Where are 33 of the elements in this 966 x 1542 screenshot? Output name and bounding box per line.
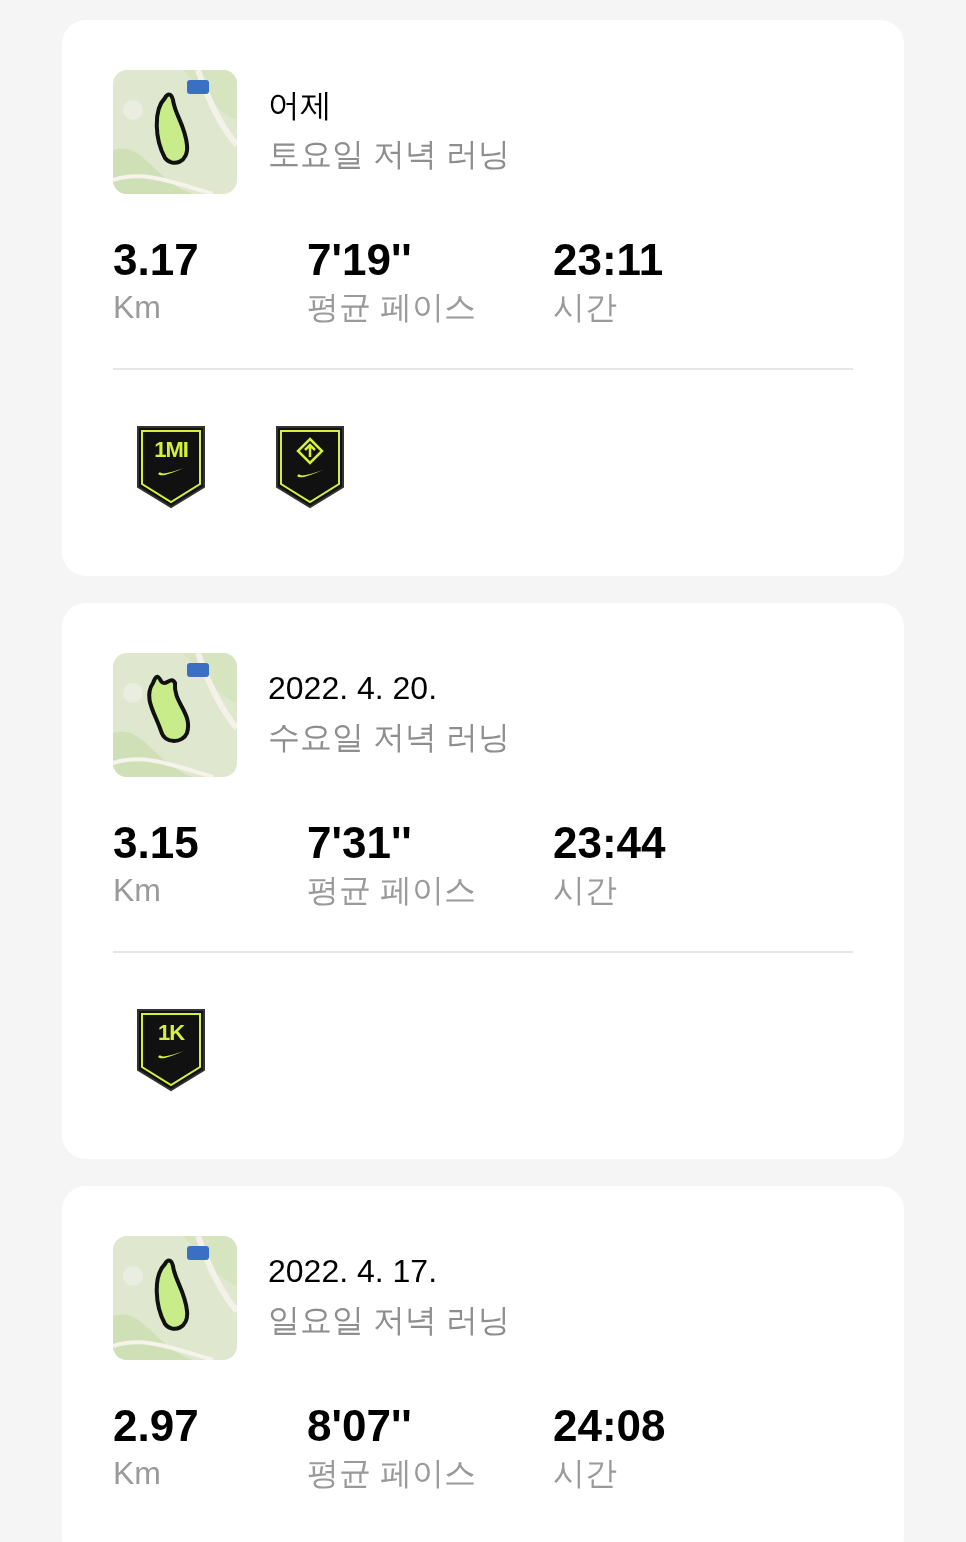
stat-value: 7'31'' bbox=[307, 817, 413, 869]
run-date: 어제 bbox=[268, 86, 333, 125]
run-date: 2022. 4. 20. bbox=[268, 669, 439, 708]
swoosh-icon bbox=[296, 469, 324, 479]
run-card[interactable]: 어제 토요일 저녁 러닝 3.17 Km 7'19'' 평균 페이스 23:11 시간 1MI bbox=[62, 20, 904, 576]
swoosh-icon bbox=[157, 467, 185, 477]
swoosh-icon bbox=[157, 1050, 185, 1060]
stat-label: Km bbox=[113, 1454, 162, 1493]
stat-value: 2.97 bbox=[113, 1400, 200, 1452]
stat-value: 3.15 bbox=[113, 817, 200, 869]
stat-label: Km bbox=[113, 871, 162, 910]
run-card[interactable]: 2022. 4. 17. 일요일 저녁 러닝 2.97 Km 8'07'' 평균 페이스 24:08 시간 bbox=[62, 1186, 904, 1542]
stat-value: 8'07'' bbox=[307, 1400, 413, 1452]
stat-label: 평균 페이스 bbox=[307, 1454, 477, 1493]
run-card[interactable]: 2022. 4. 20. 수요일 저녁 러닝 3.15 Km 7'31'' 평균 페이스 23:44 시간 1K bbox=[62, 603, 904, 1159]
run-title: 일요일 저녁 러닝 bbox=[268, 1301, 510, 1340]
stat-value: 23:44 bbox=[553, 817, 667, 869]
stat-label: 평균 페이스 bbox=[307, 871, 477, 910]
stat-label: 시간 bbox=[553, 871, 618, 910]
badge-label: 1K bbox=[158, 1020, 184, 1046]
run-title: 토요일 저녁 러닝 bbox=[268, 135, 510, 174]
stat-label: 시간 bbox=[553, 288, 618, 327]
stat-label: 시간 bbox=[553, 1454, 618, 1493]
stat-value: 3.17 bbox=[113, 234, 200, 286]
stat-value: 23:11 bbox=[553, 234, 665, 286]
stat-label: Km bbox=[113, 288, 162, 327]
arrow-icon bbox=[296, 437, 324, 465]
run-title: 수요일 저녁 러닝 bbox=[268, 718, 510, 757]
stat-label: 평균 페이스 bbox=[307, 288, 477, 327]
badge-label: 1MI bbox=[154, 437, 188, 463]
stat-value: 24:08 bbox=[553, 1400, 667, 1452]
stat-value: 7'19'' bbox=[307, 234, 413, 286]
run-date: 2022. 4. 17. bbox=[268, 1252, 439, 1291]
